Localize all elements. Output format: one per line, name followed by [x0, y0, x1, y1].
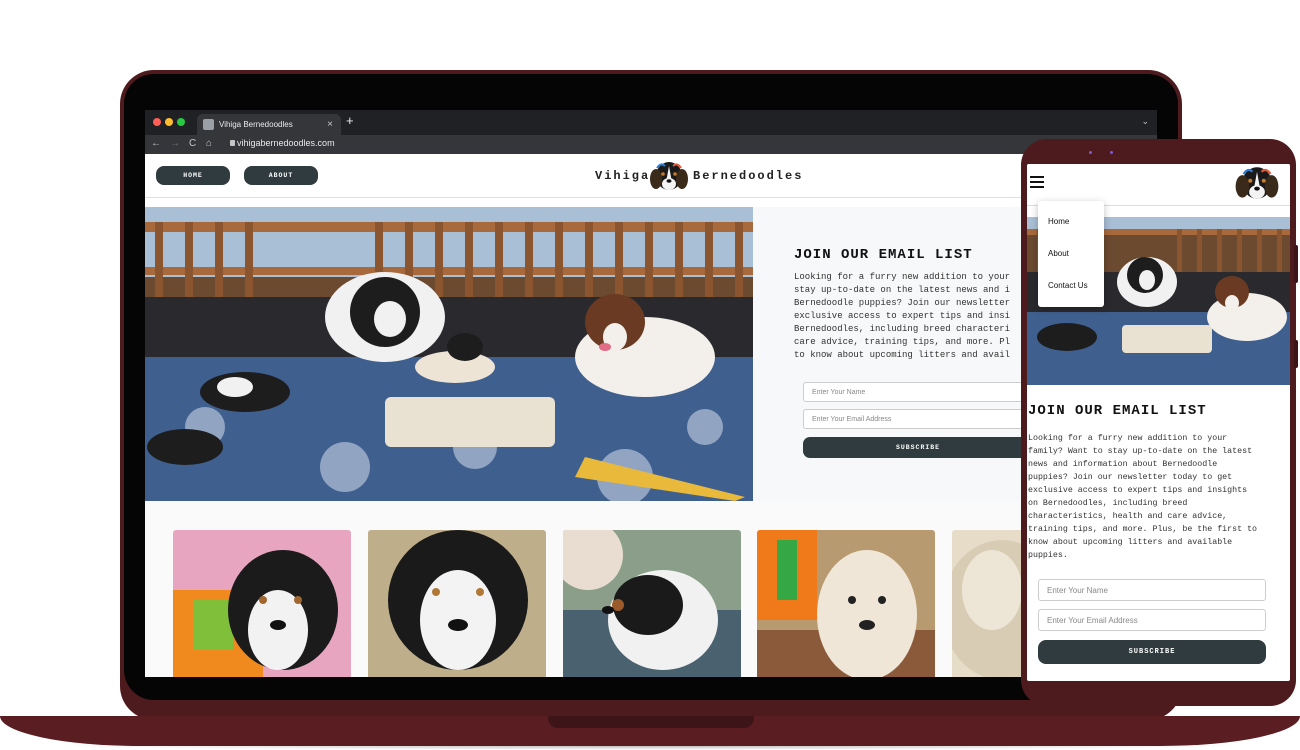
menu-item-contact[interactable]: Contact Us [1048, 281, 1088, 290]
reload-icon[interactable]: C [189, 138, 196, 149]
gallery-photo[interactable] [173, 530, 351, 677]
phone-camera-icon [1089, 151, 1092, 154]
tab-search-icon[interactable]: ⌄ [1141, 116, 1149, 127]
phone-sensor-icon [1110, 151, 1113, 154]
close-window-dot[interactable] [153, 118, 161, 126]
browser-tabbar: Vihiga Bernedoodles × + ⌄ [145, 110, 1157, 135]
laptop-notch [548, 716, 754, 728]
lock-icon [230, 140, 235, 146]
hero-puppies-photo [145, 207, 753, 501]
dog-logo-icon[interactable] [1234, 165, 1280, 201]
minimize-window-dot[interactable] [165, 118, 173, 126]
brand-name-left: Vihiga [595, 169, 651, 183]
puppy-gallery [145, 501, 1157, 677]
forward-icon[interactable]: → [170, 138, 180, 149]
phone-screen: Home About Contact Us JOIN OUR EMAIL LIS… [1027, 164, 1290, 681]
join-title: JOIN OUR EMAIL LIST [794, 247, 973, 263]
browser-tab[interactable]: Vihiga Bernedoodles × [197, 114, 341, 135]
mobile-join-description: Looking for a furry new addition to your… [1028, 434, 1258, 560]
favicon-icon [203, 119, 214, 130]
phone-volume-button [1294, 245, 1298, 283]
mobile-join-title: JOIN OUR EMAIL LIST [1028, 403, 1207, 419]
site-header: HOME ABOUT Vihiga Bernedoodles [145, 154, 1157, 198]
mobile-header [1027, 164, 1290, 206]
tab-title: Vihiga Bernedoodles [219, 120, 293, 129]
mobile-email-input[interactable]: Enter Your Email Address [1038, 609, 1266, 631]
mobile-dropdown-menu: Home About Contact Us [1038, 201, 1104, 307]
new-tab-button[interactable]: + [346, 113, 354, 128]
tab-close-icon[interactable]: × [327, 114, 333, 135]
mockup-stage: Vihiga Bernedoodles × + ⌄ ← → C ⌂ vihiga… [0, 0, 1300, 750]
nav-about-button[interactable]: ABOUT [244, 166, 318, 185]
menu-item-about[interactable]: About [1048, 249, 1069, 258]
gallery-photo[interactable] [757, 530, 935, 677]
gallery-photo[interactable] [563, 530, 741, 677]
name-input[interactable]: Enter Your Name [803, 382, 1033, 402]
subscribe-button[interactable]: SUBSCRIBE [803, 437, 1033, 458]
laptop-screen: Vihiga Bernedoodles × + ⌄ ← → C ⌂ vihiga… [145, 110, 1157, 677]
maximize-window-dot[interactable] [177, 118, 185, 126]
gallery-photo[interactable] [368, 530, 546, 677]
phone-power-button [1294, 340, 1298, 368]
site-brand[interactable]: Vihiga Bernedoodles [595, 160, 845, 192]
address-bar: ← → C ⌂ vihigabernedoodles.com [145, 135, 1157, 154]
email-input[interactable]: Enter Your Email Address [803, 409, 1033, 429]
mobile-name-input[interactable]: Enter Your Name [1038, 579, 1266, 601]
url-field[interactable]: vihigabernedoodles.com [237, 138, 335, 148]
dog-logo-icon [650, 162, 688, 190]
nav-home-button[interactable]: HOME [156, 166, 230, 185]
hamburger-menu-icon[interactable] [1030, 176, 1044, 188]
mobile-subscribe-button[interactable]: SUBSCRIBE [1038, 640, 1266, 664]
home-icon[interactable]: ⌂ [206, 138, 212, 149]
back-icon[interactable]: ← [151, 138, 161, 149]
brand-name-right: Bernedoodles [693, 169, 804, 183]
menu-item-home[interactable]: Home [1048, 217, 1069, 226]
